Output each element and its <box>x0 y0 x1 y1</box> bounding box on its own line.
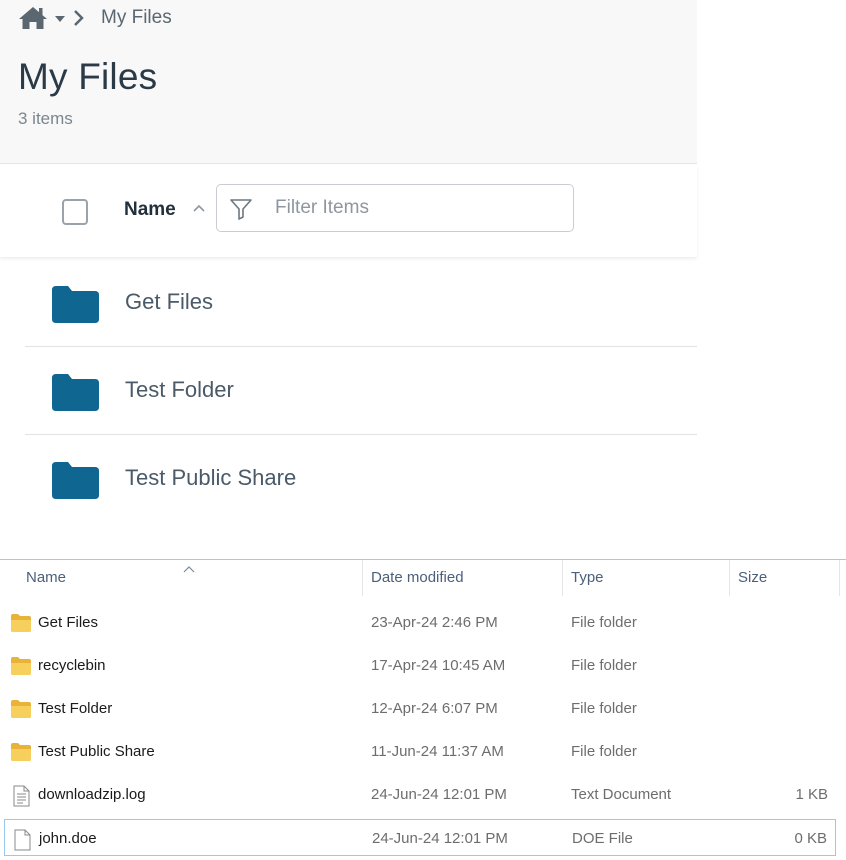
file-size: 1 KB <box>795 786 828 803</box>
file-type: Text Document <box>571 786 672 803</box>
table-row[interactable]: recyclebin 17-Apr-24 10:45 AM File folde… <box>4 647 836 684</box>
table-row[interactable]: Test Folder 12-Apr-24 6:07 PM File folde… <box>4 690 836 727</box>
list-item[interactable]: Get Files <box>25 259 697 347</box>
table-row-selected[interactable]: john.doe 24-Jun-24 12:01 PM DOE File 0 K… <box>4 819 836 856</box>
chevron-right-icon <box>71 5 87 31</box>
list-item[interactable]: Test Folder <box>25 347 697 435</box>
column-divider[interactable] <box>562 560 563 596</box>
folder-icon <box>52 374 99 411</box>
folder-icon <box>52 462 99 499</box>
file-size: 0 KB <box>794 830 827 847</box>
page-header: My Files My Files 3 items <box>0 0 697 164</box>
item-name[interactable]: Test Folder <box>125 377 234 403</box>
table-row[interactable]: Get Files 23-Apr-24 2:46 PM File folder <box>4 604 836 641</box>
sort-ascending-icon <box>183 560 195 573</box>
date-modified: 17-Apr-24 10:45 AM <box>371 657 506 674</box>
file-icon <box>11 829 33 851</box>
name-column-header[interactable]: Name <box>124 199 176 221</box>
file-type: File folder <box>571 700 637 717</box>
file-type: File folder <box>571 614 637 631</box>
page-title: My Files <box>18 56 158 97</box>
column-header-date[interactable]: Date modified <box>371 560 464 596</box>
date-modified: 11-Jun-24 11:37 AM <box>371 743 504 760</box>
file-name[interactable]: Get Files <box>38 614 98 631</box>
item-count: 3 items <box>18 109 73 128</box>
date-modified: 23-Apr-24 2:46 PM <box>371 614 498 631</box>
folder-icon <box>10 656 32 676</box>
item-name[interactable]: Test Public Share <box>125 465 296 491</box>
date-modified: 24-Jun-24 12:01 PM <box>371 786 507 803</box>
table-row[interactable]: downloadzip.log 24-Jun-24 12:01 PM Text … <box>4 776 836 813</box>
column-header-name[interactable]: Name <box>26 560 66 596</box>
column-header-size[interactable]: Size <box>738 560 767 596</box>
date-modified: 12-Apr-24 6:07 PM <box>371 700 498 717</box>
file-type: DOE File <box>572 830 633 847</box>
explorer-file-list: Name Date modified Type Size Get Files 2… <box>0 559 846 860</box>
folder-icon <box>10 742 32 762</box>
file-name[interactable]: downloadzip.log <box>38 786 146 803</box>
web-file-manager: My Files My Files 3 items Name Get Files… <box>0 0 697 540</box>
filter-icon <box>229 197 253 221</box>
file-type: File folder <box>571 743 637 760</box>
column-headers: Name Date modified Type Size <box>0 560 846 596</box>
breadcrumb: My Files <box>17 4 172 32</box>
column-divider[interactable] <box>729 560 730 596</box>
folder-icon <box>10 699 32 719</box>
column-divider[interactable] <box>362 560 363 596</box>
breadcrumb-current[interactable]: My Files <box>101 7 172 29</box>
file-name[interactable]: Test Folder <box>38 700 112 717</box>
folder-icon <box>10 613 32 633</box>
home-icon[interactable] <box>17 5 49 31</box>
table-row[interactable]: Test Public Share 11-Jun-24 11:37 AM Fil… <box>4 733 836 770</box>
file-name[interactable]: recyclebin <box>38 657 106 674</box>
caret-down-icon[interactable] <box>53 5 67 31</box>
file-type: File folder <box>571 657 637 674</box>
column-header-type[interactable]: Type <box>571 560 604 596</box>
file-name[interactable]: john.doe <box>39 830 97 847</box>
column-divider[interactable] <box>839 560 840 596</box>
select-all-checkbox[interactable] <box>62 199 88 225</box>
date-modified: 24-Jun-24 12:01 PM <box>372 830 508 847</box>
text-file-icon <box>10 785 32 807</box>
filter-input[interactable] <box>275 193 565 223</box>
folder-icon <box>52 286 99 323</box>
item-name[interactable]: Get Files <box>125 289 213 315</box>
list-toolbar: Name <box>0 165 697 257</box>
file-name[interactable]: Test Public Share <box>38 743 155 760</box>
list-item[interactable]: Test Public Share <box>25 435 697 523</box>
filter-box[interactable] <box>216 184 574 232</box>
sort-ascending-icon[interactable] <box>192 201 206 215</box>
